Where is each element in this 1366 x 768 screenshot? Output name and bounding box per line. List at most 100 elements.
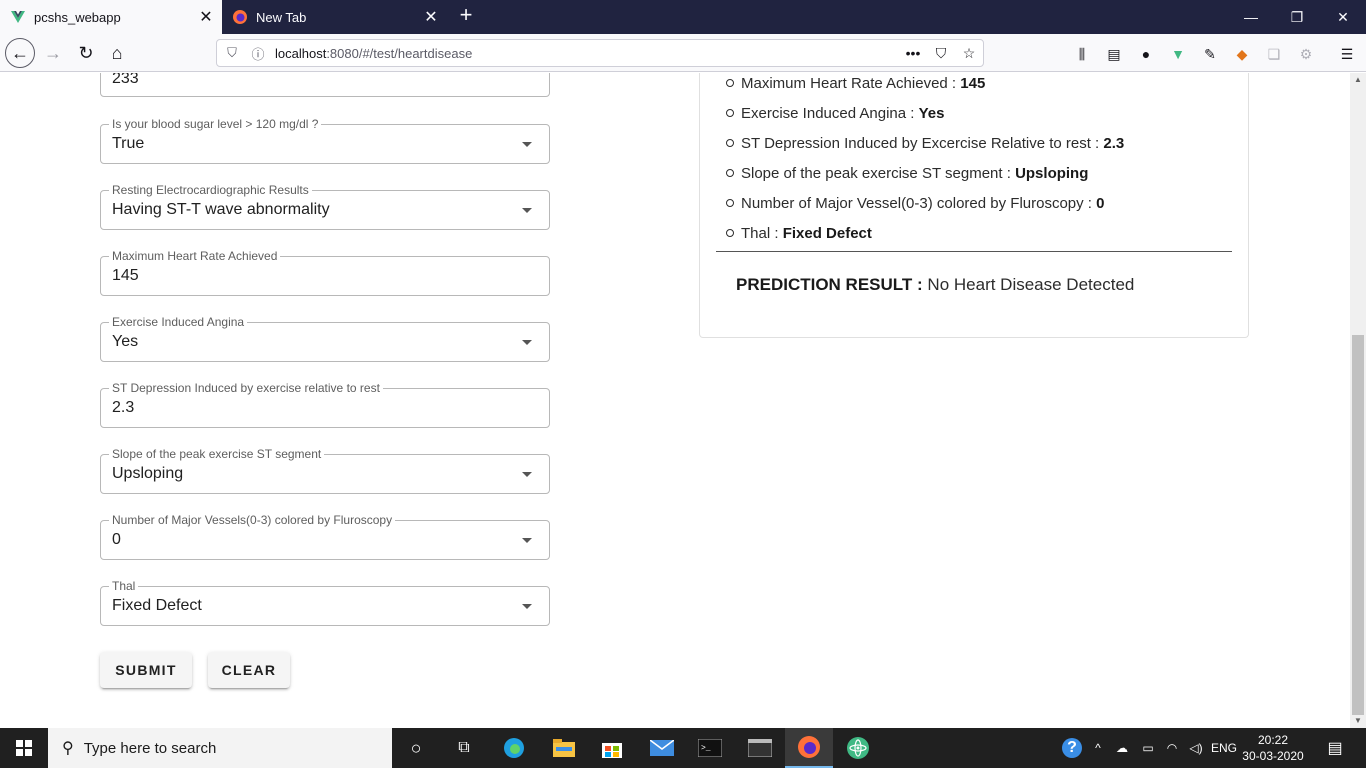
submit-button[interactable]: SUBMIT (100, 652, 192, 688)
vue-devtools-icon[interactable]: ▼ (1167, 43, 1189, 65)
field-label: Number of Major Vessels(0-3) colored by … (109, 513, 396, 527)
divider (716, 251, 1232, 252)
scrollbar-thumb[interactable] (1352, 335, 1364, 715)
st-depression-input[interactable]: ST Depression Induced by exercise relati… (100, 381, 550, 428)
firefox-taskbar-icon[interactable] (785, 728, 833, 768)
restore-icon[interactable]: ❐ (1274, 0, 1320, 34)
eyedropper-icon[interactable]: ✎ (1199, 43, 1221, 65)
summary-item: ST Depression Induced by Excercise Relat… (726, 135, 1124, 152)
dropdown-arrow-icon[interactable] (522, 142, 532, 147)
field-label: Slope of the peak exercise ST segment (109, 447, 325, 461)
file-explorer-icon[interactable] (540, 728, 588, 768)
atom-icon[interactable] (834, 728, 882, 768)
help-icon[interactable]: ? (1058, 728, 1086, 768)
home-icon[interactable]: ⌂ (102, 38, 132, 68)
windows-taskbar: ⚲ Type here to search ○ ⧉ >_ ? ^ ☁ ▭ ◠ ◁… (0, 728, 1366, 768)
field-label: Exercise Induced Angina (109, 315, 248, 329)
dropdown-arrow-icon[interactable] (522, 604, 532, 609)
field-value: 0 (112, 531, 121, 548)
field-value: Having ST-T wave abnormality (112, 201, 330, 218)
notification-icon[interactable]: ▤ (1320, 728, 1350, 768)
field-value: 145 (112, 267, 139, 284)
st-slope-select[interactable]: Slope of the peak exercise ST segment Up… (100, 447, 550, 494)
summary-item: Maximum Heart Rate Achieved : 145 (726, 75, 985, 92)
info-icon[interactable]: ⓘ (247, 44, 269, 63)
major-vessels-select[interactable]: Number of Major Vessels(0-3) colored by … (100, 513, 550, 560)
volume-icon[interactable]: ◁) (1184, 728, 1208, 768)
tab-title: pcshs_webapp (34, 9, 121, 25)
summary-card: Maximum Heart Rate Achieved : 145 Exerci… (699, 73, 1249, 338)
url-text[interactable]: localhost:8080/#/test/heartdisease (275, 46, 899, 61)
field-label: Maximum Heart Rate Achieved (109, 249, 281, 263)
field-label: Resting Electrocardiographic Results (109, 183, 312, 197)
dropdown-arrow-icon[interactable] (522, 208, 532, 213)
mail-icon[interactable] (638, 728, 686, 768)
field-value: Upsloping (112, 465, 184, 482)
tab-pcshs-webapp[interactable]: pcshs_webapp ✕ (0, 0, 222, 34)
summary-item: Number of Major Vessel(0-3) colored by F… (726, 195, 1105, 212)
weather-icon[interactable]: ☁ (1110, 728, 1134, 768)
store-icon[interactable] (588, 728, 636, 768)
clear-button[interactable]: CLEAR (208, 652, 290, 688)
blood-sugar-select[interactable]: Is your blood sugar level > 120 mg/dl ? … (100, 117, 550, 164)
back-arrow-icon[interactable]: ← (5, 38, 35, 68)
tab-new-tab[interactable]: New Tab ✕ (222, 0, 447, 34)
dropdown-arrow-icon[interactable] (522, 538, 532, 543)
minimize-icon[interactable]: — (1228, 0, 1274, 34)
forward-arrow-icon[interactable]: → (38, 38, 68, 68)
close-tab-icon[interactable]: ✕ (194, 7, 218, 27)
field-label: Is your blood sugar level > 120 mg/dl ? (109, 117, 322, 131)
vue-logo-icon (11, 11, 25, 23)
scroll-up-arrow-icon[interactable]: ▲ (1350, 73, 1366, 87)
sidebar-icon[interactable]: ▤ (1103, 43, 1125, 65)
bullet-icon (726, 79, 734, 87)
bullet-icon (726, 109, 734, 117)
vertical-scrollbar[interactable]: ▲ ▼ (1350, 73, 1366, 728)
field-value: 233 (112, 73, 139, 87)
language-indicator[interactable]: ENG (1208, 728, 1240, 768)
battery-icon[interactable]: ▭ (1136, 728, 1160, 768)
cortana-icon[interactable]: ○ (392, 728, 440, 768)
field-label: ST Depression Induced by exercise relati… (109, 381, 383, 395)
scroll-down-arrow-icon[interactable]: ▼ (1350, 714, 1366, 728)
page-actions-icon[interactable]: ••• (899, 45, 927, 61)
resting-ecg-select[interactable]: Resting Electrocardiographic Results Hav… (100, 183, 550, 230)
wifi-icon[interactable]: ◠ (1160, 728, 1184, 768)
cmd-icon[interactable] (736, 728, 784, 768)
navigation-toolbar: ← → ↻ ⌂ ⛉ ⓘ localhost:8080/#/test/heartd… (0, 34, 1366, 72)
dropdown-arrow-icon[interactable] (522, 472, 532, 477)
taskbar-search-box[interactable]: ⚲ Type here to search (48, 728, 392, 768)
summary-item: Slope of the peak exercise ST segment : … (726, 165, 1088, 182)
new-tab-plus-icon[interactable]: + (454, 4, 478, 28)
max-heart-rate-input[interactable]: Maximum Heart Rate Achieved 145 (100, 249, 550, 296)
system-clock[interactable]: 20:22 30-03-2020 (1240, 732, 1306, 764)
account-icon[interactable]: ● (1135, 43, 1157, 65)
address-bar[interactable]: ⛉ ⓘ localhost:8080/#/test/heartdisease •… (216, 39, 984, 67)
clock-time: 20:22 (1257, 733, 1289, 747)
bookmark-star-icon[interactable]: ☆ (955, 45, 983, 62)
shield-icon[interactable]: ⛉ (221, 45, 243, 61)
windows-start-icon[interactable] (0, 728, 48, 768)
dropdown-arrow-icon[interactable] (522, 340, 532, 345)
field-value: Fixed Defect (112, 597, 202, 614)
edge-icon[interactable] (490, 728, 538, 768)
exercise-angina-select[interactable]: Exercise Induced Angina Yes (100, 315, 550, 362)
window-close-icon[interactable]: ✕ (1320, 0, 1366, 34)
extension-icon[interactable]: ❏ (1263, 43, 1285, 65)
terminal-icon[interactable]: >_ (686, 728, 734, 768)
search-icon: ⚲ (62, 740, 74, 757)
previous-field[interactable]: 233 (100, 73, 550, 97)
metamask-fox-icon[interactable]: ◆ (1231, 43, 1253, 65)
library-icon[interactable]: ⫼ (1071, 43, 1093, 65)
field-value: 2.3 (112, 399, 135, 416)
bullet-icon (726, 229, 734, 237)
reload-icon[interactable]: ↻ (71, 38, 101, 68)
task-view-icon[interactable]: ⧉ (440, 728, 488, 768)
prediction-result: PREDICTION RESULT : No Heart Disease Det… (736, 275, 1134, 295)
pocket-icon[interactable]: ⛉ (927, 45, 955, 62)
extension-gear-icon[interactable]: ⚙ (1295, 43, 1317, 65)
tray-chevron-icon[interactable]: ^ (1088, 728, 1108, 768)
close-tab-icon[interactable]: ✕ (419, 7, 443, 27)
menu-hamburger-icon[interactable]: ☰ (1336, 43, 1358, 65)
thal-select[interactable]: Thal Fixed Defect (100, 579, 550, 626)
